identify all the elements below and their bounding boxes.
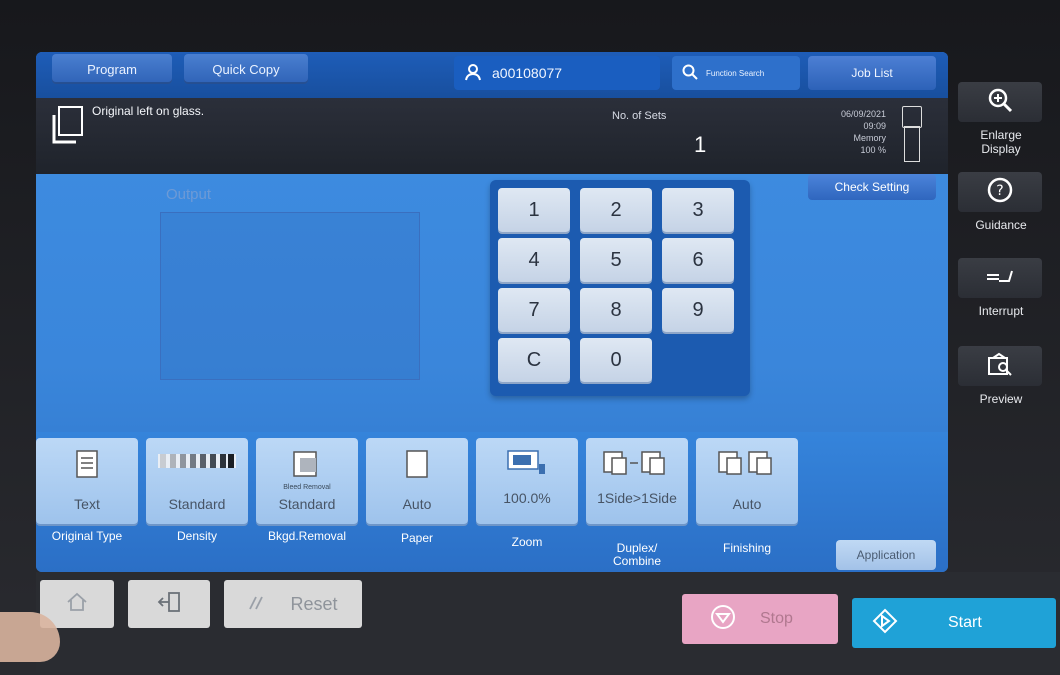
memory-value: 100 %: [860, 145, 886, 155]
background-removal-icon: [293, 451, 317, 477]
zoom-value: 100.0%: [503, 490, 551, 506]
preview-icon: [987, 352, 1013, 381]
finishing-button[interactable]: Auto: [696, 438, 798, 524]
top-bar: Program Quick Copy a00108077 Function Se…: [36, 52, 948, 98]
reset-label: Reset: [290, 593, 338, 614]
original-document-icon: [52, 106, 83, 144]
sets-value: 1: [694, 132, 707, 157]
search-icon: [682, 64, 698, 82]
key-6[interactable]: 6: [662, 238, 734, 282]
touch-screen: Program Quick Copy a00108077 Function Se…: [36, 52, 948, 572]
key-4[interactable]: 4: [498, 238, 570, 282]
svg-text:?: ?: [996, 183, 1003, 199]
search-label: Function Search: [706, 68, 765, 78]
text-document-icon: [76, 450, 98, 478]
status-readout: 06/09/2021 09:09 Memory 100 %: [816, 108, 886, 156]
bkgd-removal-label: Bkgd.Removal: [267, 529, 347, 543]
key-2[interactable]: 2: [580, 188, 652, 232]
key-5[interactable]: 5: [580, 238, 652, 282]
toner-icon: [902, 106, 922, 128]
tab-program[interactable]: Program: [52, 54, 172, 84]
duplex-label: Duplex/ Combine: [612, 541, 662, 568]
preview-button[interactable]: [958, 346, 1042, 386]
finishing-label: Finishing: [722, 541, 772, 555]
sets-label: No. of Sets: [612, 110, 667, 122]
paper-label: Paper: [400, 531, 434, 545]
duplex-icon: [603, 451, 665, 475]
copier-device: Program Quick Copy a00108077 Function Se…: [0, 0, 1060, 675]
start-label: Start: [948, 614, 982, 631]
stop-label: Stop: [760, 610, 793, 627]
logout-icon: [157, 591, 181, 618]
zoom-button[interactable]: 100.0%: [476, 438, 578, 524]
date-text: 06/09/2021: [840, 109, 886, 119]
check-setting-button[interactable]: Check Setting: [808, 174, 936, 200]
hardware-bottom-bar: Reset Stop Start: [36, 572, 1060, 672]
stop-button[interactable]: Stop: [682, 594, 838, 644]
help-icon: ?: [987, 177, 1013, 208]
key-3[interactable]: 3: [662, 188, 734, 232]
zoom-label: Zoom: [511, 535, 543, 549]
numeric-keypad: 1 2 3 4 5 6 7 8 9 C 0: [490, 180, 750, 396]
density-scale-icon: [158, 454, 236, 468]
job-list-button[interactable]: Job List: [808, 56, 936, 90]
memory-label: Memory: [853, 133, 886, 143]
paper-button[interactable]: Auto: [366, 438, 468, 524]
home-icon: [66, 592, 88, 617]
function-search-button[interactable]: Function Search: [672, 56, 800, 90]
logout-button[interactable]: [128, 580, 210, 628]
paper-value: Auto: [402, 496, 432, 512]
key-8[interactable]: 8: [580, 288, 652, 332]
interrupt-label: Interrupt: [978, 304, 1024, 318]
key-1[interactable]: 1: [498, 188, 570, 232]
output-preview-area: [160, 212, 420, 380]
original-type-value: Text: [74, 496, 100, 512]
key-clear[interactable]: C: [498, 338, 570, 382]
start-icon: [872, 608, 898, 639]
user-id: a00108077: [492, 65, 563, 81]
guidance-button[interactable]: ?: [958, 172, 1042, 212]
original-type-label: Original Type: [51, 529, 123, 543]
preview-label: Preview: [979, 392, 1023, 406]
reset-button[interactable]: Reset: [224, 580, 362, 628]
finishing-value: Auto: [732, 496, 762, 512]
zoom-icon: [507, 450, 545, 474]
key-7[interactable]: 7: [498, 288, 570, 332]
duplex-combine-button[interactable]: 1Side>1Side: [586, 438, 688, 524]
right-sidebar: Enlarge Display ? Guidance Interrupt Pre…: [952, 72, 1050, 572]
function-keys-bar: Text Standard Bleed Removal Standard Aut…: [36, 432, 948, 572]
density-button[interactable]: Standard: [146, 438, 248, 524]
status-message: Original left on glass.: [92, 104, 205, 118]
duplex-value: 1Side>1Side: [597, 490, 677, 506]
enlarge-display-button[interactable]: [958, 82, 1042, 122]
start-button[interactable]: Start: [852, 598, 1056, 648]
interrupt-icon: [985, 267, 1015, 290]
stop-icon: [710, 604, 736, 635]
output-label: Output: [166, 186, 212, 203]
info-bar: Original left on glass. No. of Sets 1 06…: [36, 98, 948, 174]
zoom-in-icon: [987, 87, 1013, 118]
bkgd-removal-value: Standard: [278, 496, 336, 512]
enlarge-display-label: Enlarge Display: [980, 128, 1022, 156]
original-type-button[interactable]: Text: [36, 438, 138, 524]
density-value: Standard: [168, 496, 226, 512]
bleed-removal-text: Bleed Removal: [283, 484, 331, 491]
time-text: 09:09: [863, 121, 886, 131]
user-box[interactable]: a00108077: [454, 56, 660, 90]
tab-quick-copy[interactable]: Quick Copy: [184, 54, 308, 84]
application-button[interactable]: Application: [836, 540, 936, 570]
user-icon: [464, 63, 482, 84]
reset-icon: [248, 594, 264, 615]
interrupt-button[interactable]: [958, 258, 1042, 298]
guidance-label: Guidance: [975, 218, 1027, 232]
finishing-icon: [718, 451, 772, 475]
key-0[interactable]: 0: [580, 338, 652, 382]
density-label: Density: [176, 529, 217, 543]
memory-meter: [904, 126, 920, 162]
key-9[interactable]: 9: [662, 288, 734, 332]
background-removal-button[interactable]: Bleed Removal Standard: [256, 438, 358, 524]
paper-icon: [406, 450, 428, 478]
